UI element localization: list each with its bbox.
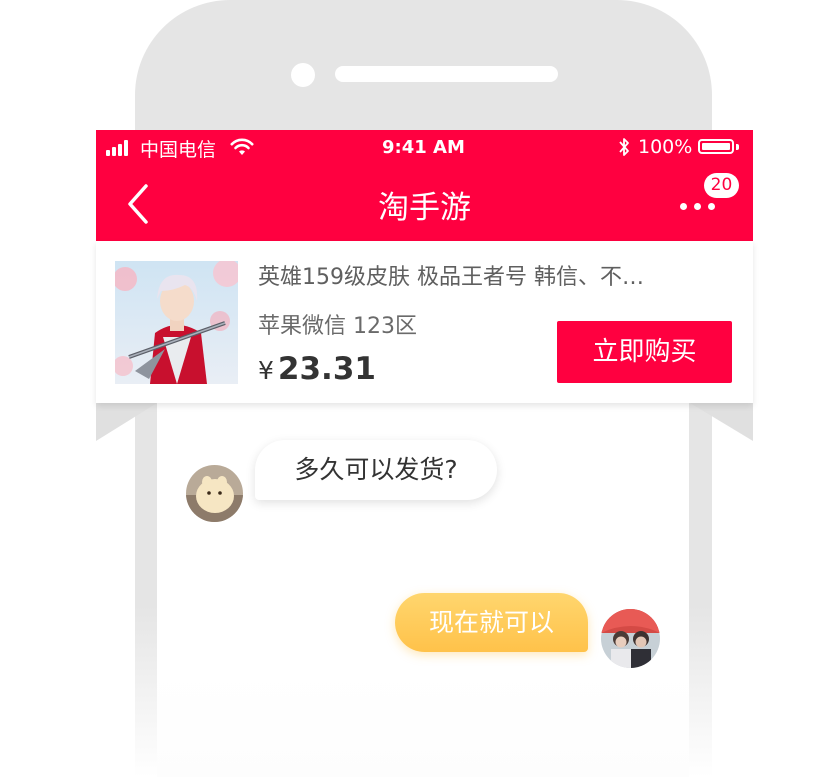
user-avatar[interactable] xyxy=(601,609,660,668)
product-server: 苹果微信 123区 xyxy=(258,314,417,339)
battery-percent: 100% xyxy=(638,136,693,158)
incoming-message: 多久可以发货? xyxy=(255,440,497,500)
wifi-icon xyxy=(230,138,254,155)
battery-icon xyxy=(698,139,734,154)
front-camera xyxy=(291,63,315,87)
earpiece-speaker xyxy=(335,66,558,82)
carrier-name: 中国电信 xyxy=(140,139,217,161)
seller-avatar[interactable] xyxy=(186,465,243,522)
app-header: 中国电信 9:41 AM 100% 淘手游 20 xyxy=(96,130,753,241)
product-card[interactable]: 英雄159级皮肤 极品王者号 韩信、不… 苹果微信 123区 ¥23.31 立即… xyxy=(96,241,753,403)
price-value: 23.31 xyxy=(277,351,376,387)
bluetooth-icon xyxy=(619,138,629,156)
status-time: 9:41 AM xyxy=(382,137,465,158)
buy-now-button[interactable]: 立即购买 xyxy=(557,321,732,383)
currency-symbol: ¥ xyxy=(258,356,274,385)
signal-icon xyxy=(106,140,130,156)
product-price: ¥23.31 xyxy=(258,351,376,387)
product-title: 英雄159级皮肤 极品王者号 韩信、不… xyxy=(258,265,644,290)
page-title: 淘手游 xyxy=(378,190,471,226)
message-count-badge: 20 xyxy=(704,173,739,198)
status-bar: 中国电信 9:41 AM 100% xyxy=(96,130,753,166)
battery-cap xyxy=(736,144,739,150)
card-shadow-left xyxy=(96,403,157,441)
outgoing-message: 现在就可以 xyxy=(395,593,588,652)
card-shadow-right xyxy=(690,403,753,441)
product-image xyxy=(115,261,238,384)
